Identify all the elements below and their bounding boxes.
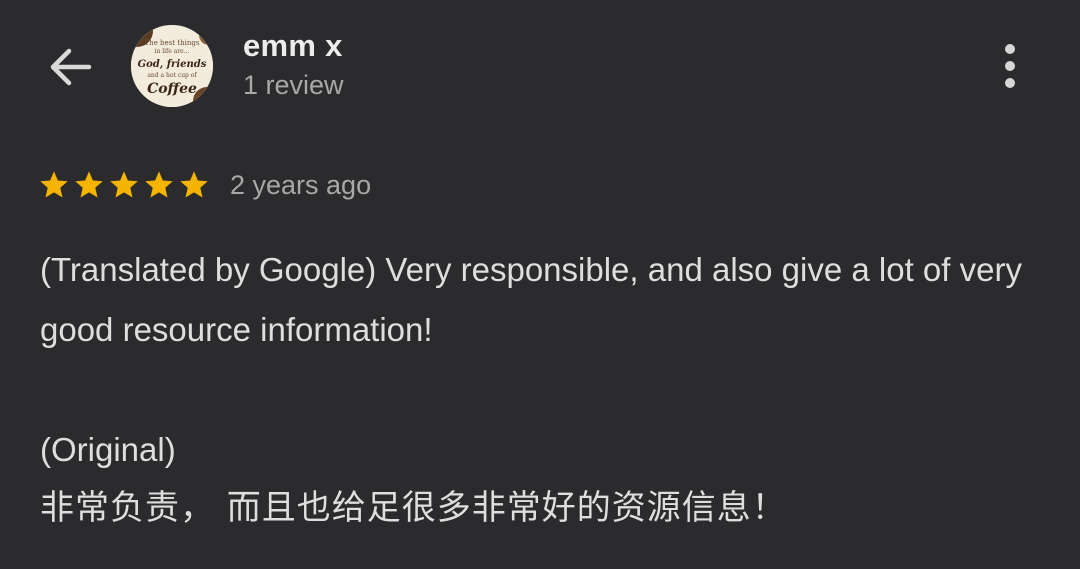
review-count: 1 review — [243, 70, 344, 100]
avatar-text-4: and a hot cup of — [147, 72, 197, 79]
avatar-text-5: Coffee — [147, 81, 197, 97]
coffee-quote-avatar-image: The best things in life are... God, frie… — [131, 25, 213, 107]
star-icon — [180, 171, 208, 198]
review-header: The best things in life are... God, frie… — [0, 0, 1080, 140]
avatar-text-3: God, friends — [138, 59, 207, 70]
star-rating — [38, 169, 210, 201]
rating-row: 2 years ago — [38, 165, 371, 205]
original-text: 非常负责， 而且也给足很多非常好的资源信息！ — [40, 488, 787, 528]
arrow-left-icon — [50, 48, 92, 86]
more-vert-icon — [1005, 44, 1015, 54]
original-label: (Original) — [40, 431, 176, 468]
review-time: 2 years ago — [230, 169, 372, 200]
star-icon — [75, 171, 103, 198]
star-icon — [110, 171, 138, 198]
more-vert-icon-dot — [1005, 61, 1015, 71]
more-options-button[interactable] — [990, 40, 1030, 92]
review-translated-text: (Translated by Google) Very responsible,… — [40, 240, 1050, 360]
avatar-text-2: in life are... — [155, 48, 190, 55]
user-name[interactable]: emm x — [243, 28, 343, 64]
avatar[interactable]: The best things in life are... God, frie… — [131, 25, 213, 107]
avatar-text-1: The best things — [145, 39, 200, 47]
star-icon — [40, 171, 68, 198]
back-button[interactable] — [40, 40, 100, 94]
star-icon — [145, 171, 173, 198]
more-vert-icon-dot — [1005, 78, 1015, 88]
translated-text: (Translated by Google) Very responsible,… — [40, 251, 1022, 348]
